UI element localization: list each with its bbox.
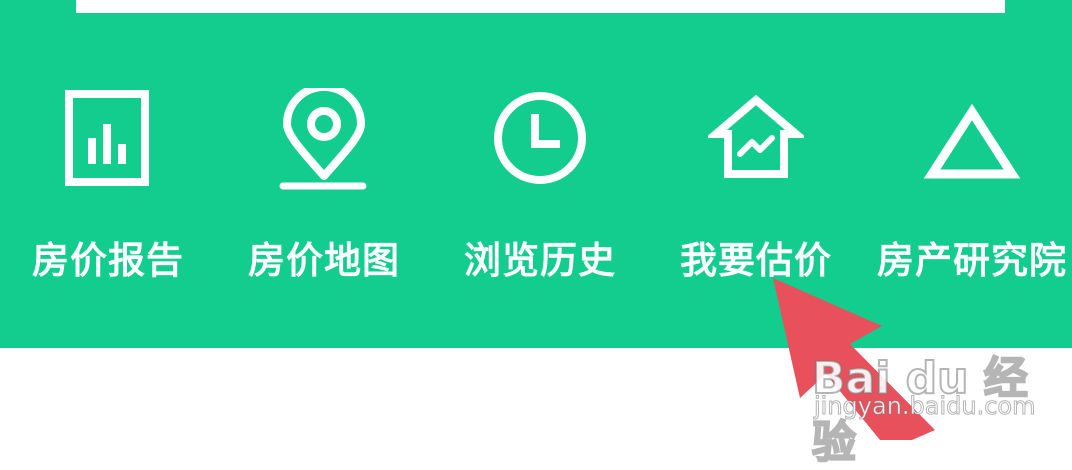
- watermark-url: jingyan.baidu.com: [813, 392, 1036, 421]
- watermark: Bai du 经验 jingyan.baidu.com: [802, 322, 1052, 469]
